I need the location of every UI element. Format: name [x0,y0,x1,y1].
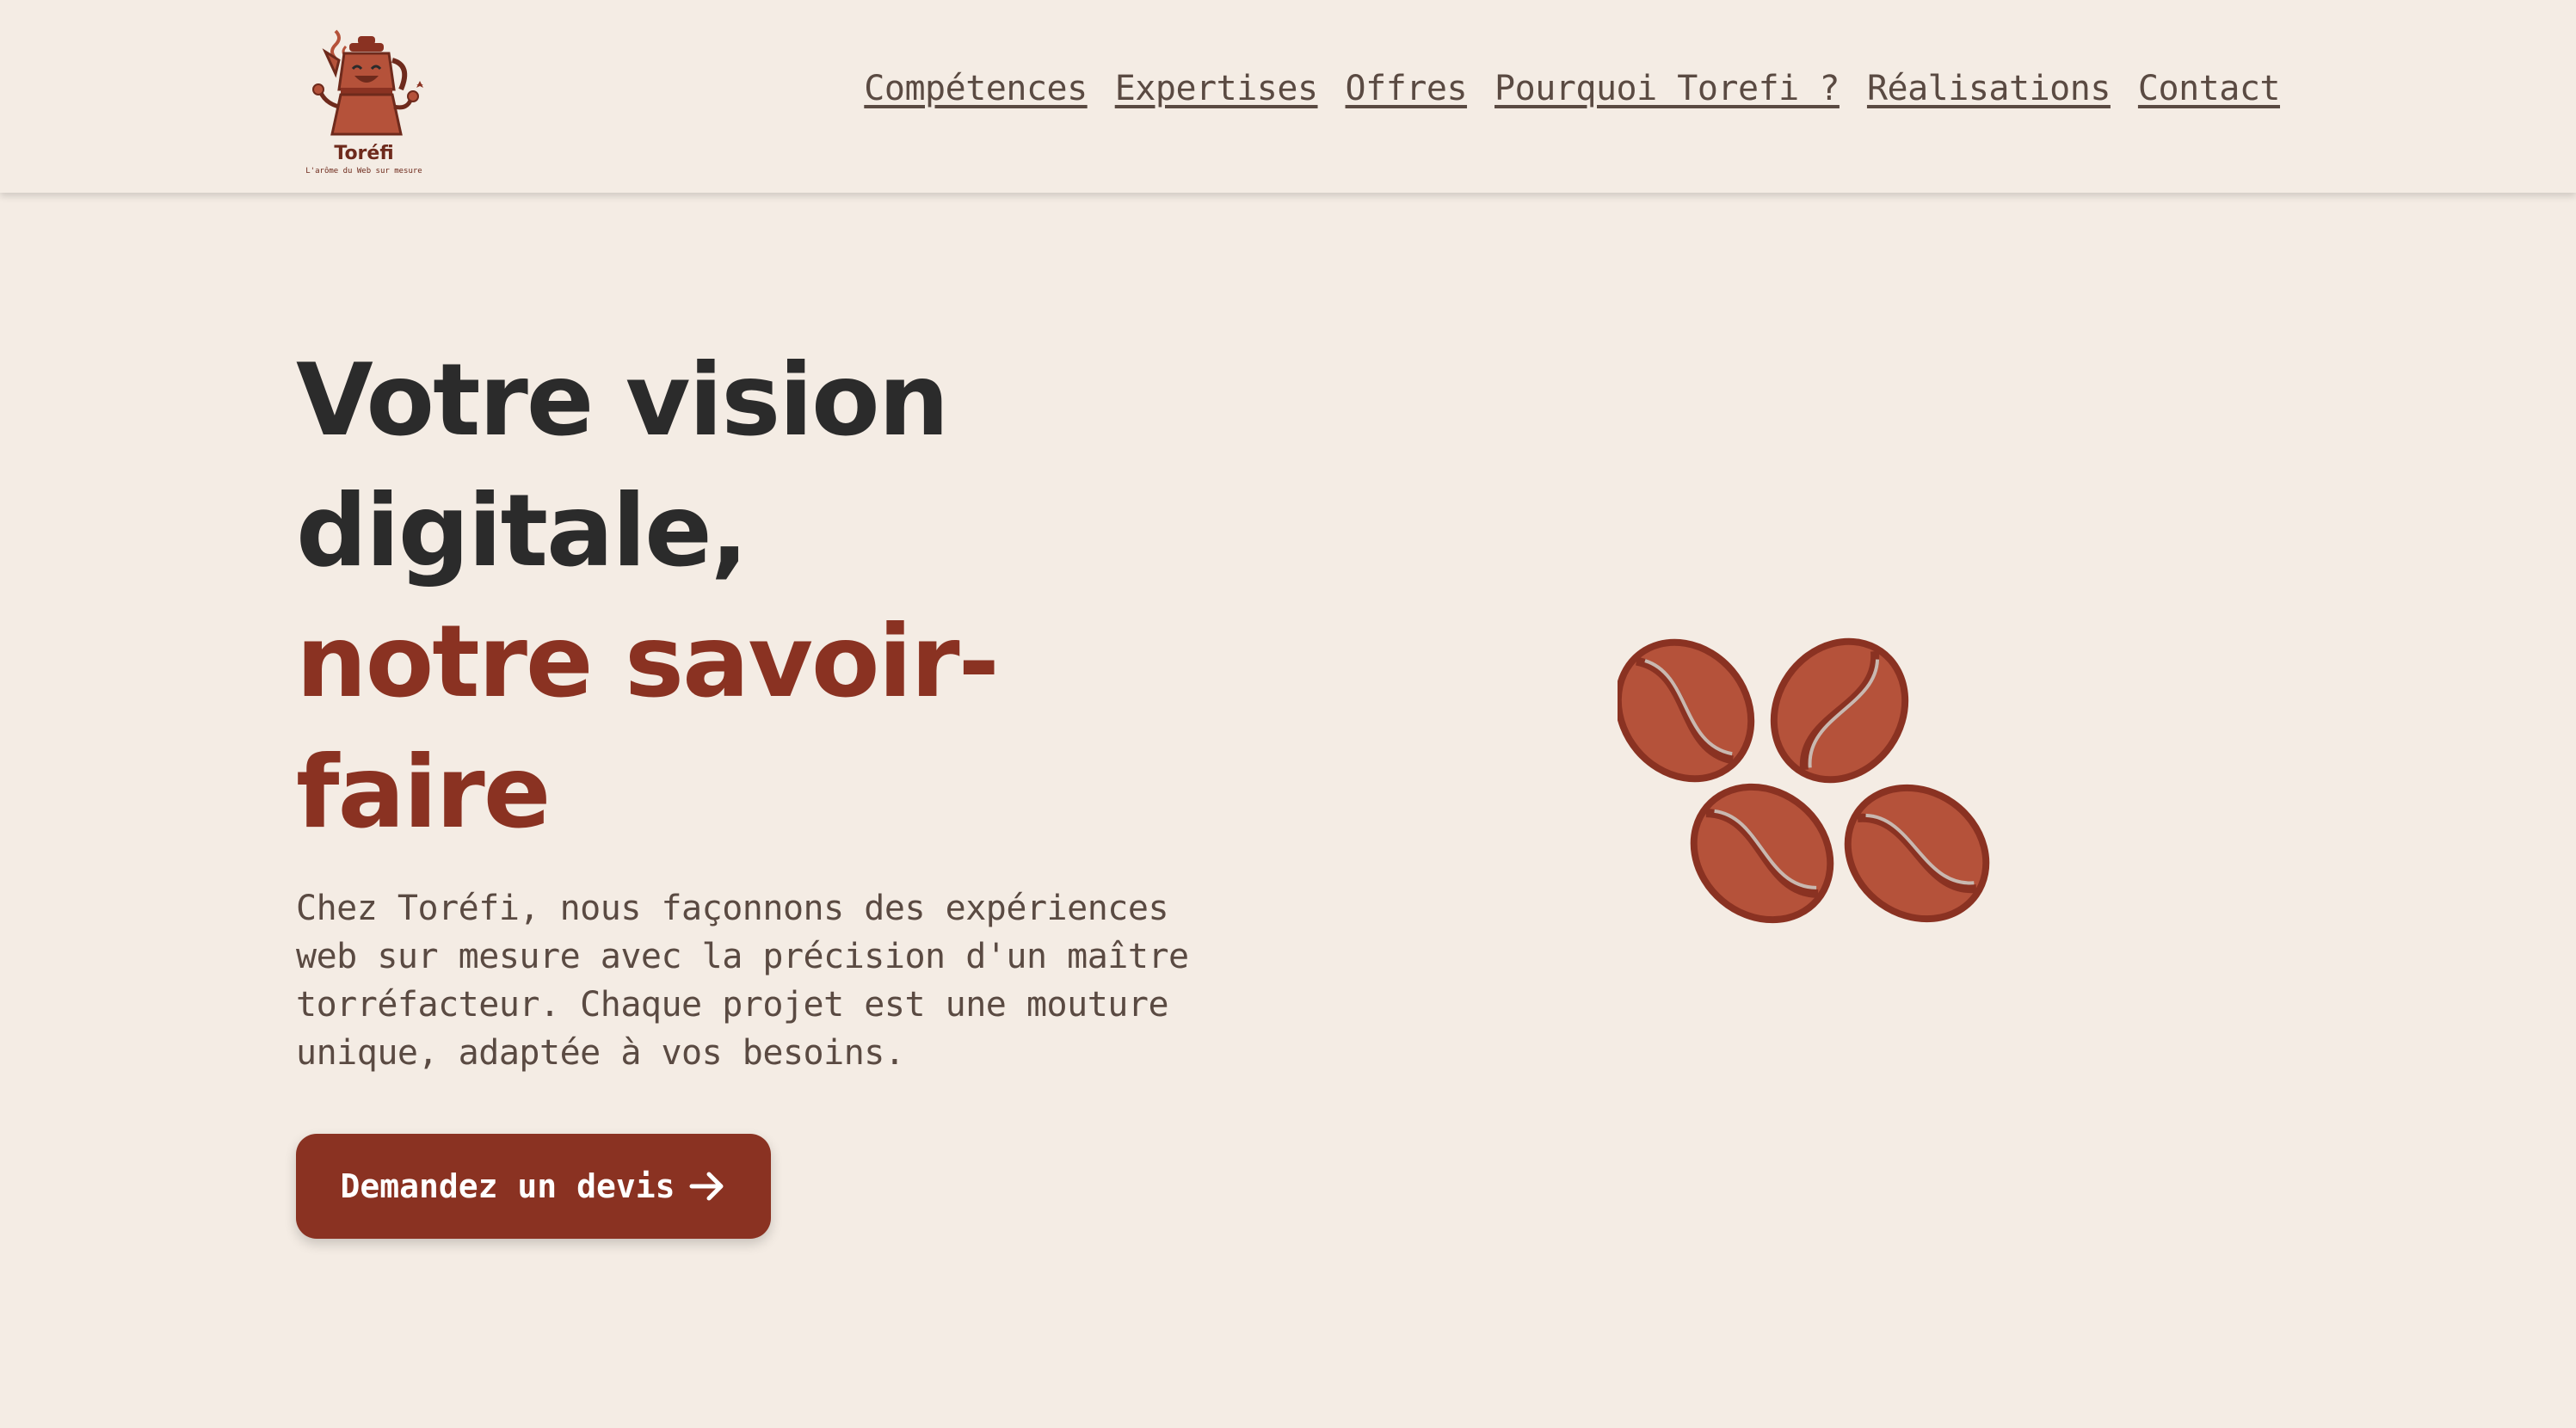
nav-link-expertises[interactable]: Expertises [1115,69,1318,108]
coffee-bean-icon [1844,784,1990,923]
hero-description: Chez Toréfi, nous façonnons des expérien… [296,889,1189,1073]
main-nav: Compétences Expertises Offres Pourquoi T… [864,69,2280,108]
logo[interactable]: Toréfi L'arôme du Web sur mesure [291,24,446,182]
nav-link-competences[interactable]: Compétences [864,69,1088,108]
nav-link-realisations[interactable]: Réalisations [1867,69,2111,108]
request-quote-label: Demandez un devis [340,1167,675,1205]
request-quote-button[interactable]: Demandez un devis [296,1134,771,1239]
coffee-bean-icon [1690,783,1834,924]
nav-link-offres[interactable]: Offres [1346,69,1468,108]
hero-title: Votre vision digitale, notre savoir-fair… [296,335,1156,859]
coffee-beans-illustration [1618,637,1990,924]
coffee-pot-mascot-icon [312,29,423,136]
arrow-right-icon [689,1172,724,1201]
coffee-bean-icon [1770,637,1909,784]
nav-link-contact[interactable]: Contact [2138,69,2281,108]
site-header: Toréfi L'arôme du Web sur mesure Compéte… [0,0,2576,193]
hero-title-line1: Votre vision digitale, [296,342,949,589]
hero-title-line2: notre savoir-faire [296,604,1000,851]
logo-tagline: L'arôme du Web sur mesure [305,167,422,175]
nav-link-pourquoi-torefi[interactable]: Pourquoi Torefi ? [1494,69,1840,108]
logo-name: Toréfi [334,143,394,164]
coffee-bean-icon [1618,638,1755,783]
